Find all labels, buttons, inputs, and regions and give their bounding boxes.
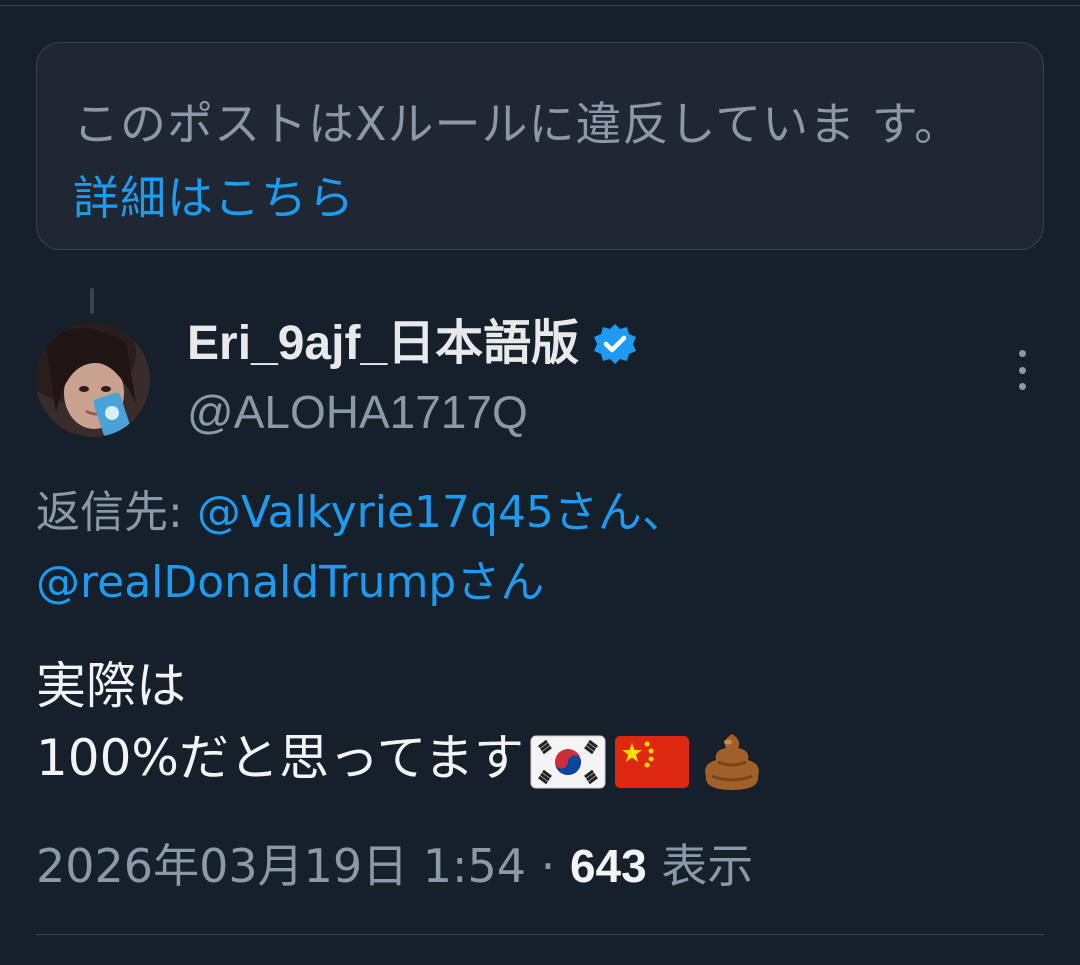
author-display-name-row[interactable]: Eri_9ajf_日本語版 — [187, 314, 639, 374]
china-flag-icon — [614, 735, 689, 788]
avatar[interactable] — [36, 323, 150, 437]
learn-more-link[interactable]: 詳細はこちら — [73, 171, 355, 225]
author-handle[interactable]: @ALOHA1717Q — [187, 384, 528, 440]
verified-badge-icon — [594, 324, 637, 364]
post-meta: 2026年03月19日 1:54 · 643 表示 — [36, 834, 753, 898]
bottom-divider — [36, 934, 1044, 935]
post-timestamp[interactable]: 2026年03月19日 1:54 — [36, 839, 526, 893]
poop-emoji-icon — [705, 733, 759, 790]
top-divider — [0, 5, 1080, 6]
views-label: 表示 — [646, 839, 754, 893]
author-display-name[interactable]: Eri_9ajf_日本語版 — [187, 314, 579, 374]
views-count: 643 — [569, 840, 647, 892]
emoji-row — [530, 730, 766, 794]
reply-mention-separator: 、 — [641, 487, 686, 538]
notice-text: このポストはXルールに違反していま す。 — [73, 97, 962, 151]
post-line-2-row: 100%だと思ってます — [36, 722, 1046, 794]
post-body: 実際は 100%だと思ってます — [36, 650, 1046, 794]
meta-separator: · — [526, 839, 570, 893]
avatar-image — [36, 323, 150, 437]
reply-to-prefix: 返信先: — [36, 487, 197, 538]
reply-mention-2[interactable]: @realDonaldTrumpさん — [36, 557, 544, 608]
reply-to-line: 返信先: @Valkyrie17q45さん、 @realDonaldTrumpさ… — [36, 478, 1046, 618]
post-line-2: 100%だと思ってます — [36, 729, 524, 787]
south-korea-flag-icon — [530, 735, 606, 788]
thread-connector-line — [90, 288, 94, 314]
rule-violation-notice: このポストはXルールに違反していま す。詳細はこちら — [36, 42, 1044, 250]
reply-mention-1[interactable]: @Valkyrie17q45さん — [197, 487, 642, 538]
more-options-icon[interactable] — [1008, 350, 1036, 390]
post-line-1: 実際は — [36, 657, 186, 715]
